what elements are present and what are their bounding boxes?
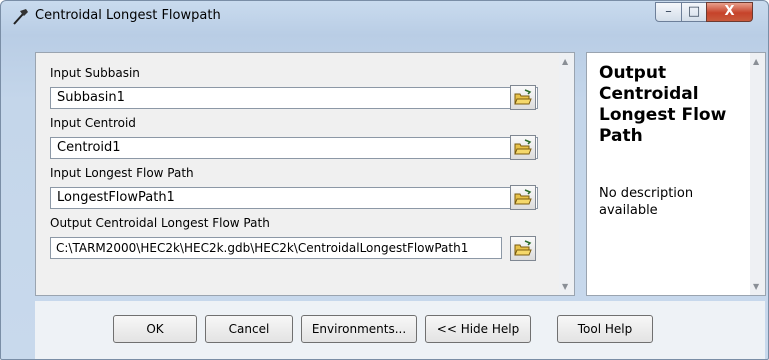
- input-longest-flow-path-combo[interactable]: LongestFlowPath1 ▼: [50, 187, 538, 209]
- input-centroid-combo[interactable]: Centroid1 ▼: [50, 137, 538, 159]
- open-folder-icon: [514, 189, 532, 205]
- input-subbasin-label: Input Subbasin: [50, 66, 140, 80]
- parameters-scrollbar[interactable]: ▲ ▼: [559, 53, 574, 295]
- close-button[interactable]: X: [706, 2, 753, 22]
- parameters-panel: Input Subbasin Subbasin1 ▼ Input Centroi…: [35, 52, 575, 296]
- environments-button[interactable]: Environments...: [301, 315, 417, 343]
- input-subbasin-combo[interactable]: Subbasin1 ▼: [50, 87, 538, 109]
- input-subbasin-value: Subbasin1: [57, 90, 125, 105]
- close-icon: X: [724, 4, 735, 19]
- tool-dialog-window: Centroidal Longest Flowpath – □ X Input …: [0, 0, 769, 360]
- ok-button[interactable]: OK: [113, 315, 197, 343]
- open-folder-icon: [514, 89, 532, 105]
- output-flow-path-value: C:\TARM2000\HEC2k\HEC2k.gdb\HEC2k\Centro…: [56, 241, 469, 255]
- browse-output-button[interactable]: [510, 236, 536, 261]
- browse-longest-flow-path-button[interactable]: [510, 185, 536, 210]
- output-flow-path-field[interactable]: C:\TARM2000\HEC2k\HEC2k.gdb\HEC2k\Centro…: [50, 237, 502, 259]
- input-longest-flow-path-label: Input Longest Flow Path: [50, 166, 194, 180]
- cancel-button[interactable]: Cancel: [205, 315, 293, 343]
- input-centroid-label: Input Centroid: [50, 116, 136, 130]
- minimize-button[interactable]: –: [655, 2, 682, 22]
- open-folder-icon: [514, 240, 532, 256]
- maximize-icon: □: [687, 4, 701, 19]
- window-title: Centroidal Longest Flowpath: [35, 8, 221, 23]
- browse-subbasin-button[interactable]: [510, 85, 536, 110]
- browse-centroid-button[interactable]: [510, 135, 536, 160]
- scroll-down-icon[interactable]: ▼: [753, 282, 759, 291]
- input-centroid-value: Centroid1: [57, 140, 121, 155]
- scroll-up-icon[interactable]: ▲: [753, 57, 759, 66]
- output-flow-path-label: Output Centroidal Longest Flow Path: [50, 216, 270, 230]
- input-longest-flow-path-value: LongestFlowPath1: [57, 190, 175, 205]
- hide-help-button[interactable]: << Hide Help: [425, 315, 531, 343]
- help-description: No description available: [599, 186, 694, 218]
- minimize-icon: –: [665, 4, 672, 19]
- help-panel: Output Centroidal Longest Flow Path No d…: [586, 52, 766, 296]
- tool-help-button[interactable]: Tool Help: [557, 315, 653, 343]
- hammer-icon: [13, 9, 28, 25]
- help-title: Output Centroidal Longest Flow Path: [599, 63, 727, 146]
- maximize-button[interactable]: □: [681, 2, 707, 22]
- button-bar: OK Cancel Environments... << Hide Help T…: [35, 301, 765, 359]
- help-scrollbar[interactable]: ▲ ▼: [750, 53, 765, 295]
- open-folder-icon: [514, 139, 532, 155]
- title-bar[interactable]: Centroidal Longest Flowpath – □ X: [1, 1, 768, 33]
- scroll-down-icon[interactable]: ▼: [562, 282, 568, 291]
- scroll-up-icon[interactable]: ▲: [562, 57, 568, 66]
